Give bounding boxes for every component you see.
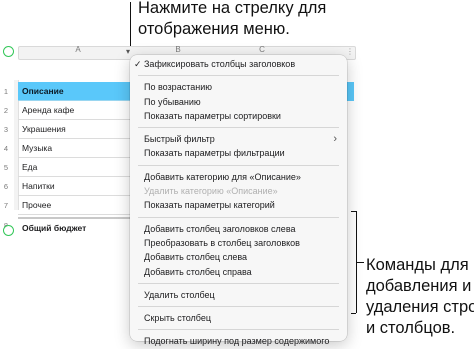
menu-item-show-filter-options[interactable]: Показать параметры фильтрации [130,146,347,160]
table-cell[interactable]: Аренда кафе [18,101,130,120]
menu-label: По возрастанию [144,82,212,93]
callout-right-line4: и столбцов. [366,319,456,337]
footer-cell-total[interactable]: Общий бюджет [18,217,130,236]
menu-separator [138,75,339,77]
table-cell[interactable]: Украшения [18,120,130,139]
menu-item-hide-column[interactable]: Скрыть столбец [130,311,347,325]
menu-label: Добавить категорию для «Описание» [144,171,301,182]
column-menu-arrow-icon[interactable]: ▾ [126,47,130,56]
menu-item-show-sort-options[interactable]: Показать параметры сортировки [130,109,347,123]
menu-item-add-header-column-left[interactable]: Добавить столбец заголовков слева [130,222,347,236]
row-number[interactable]: 1 [0,87,12,96]
menu-separator [138,282,339,284]
row-number[interactable]: 7 [0,201,12,210]
menu-label: Удалить столбец [144,289,215,300]
menu-label: Зафиксировать столбцы заголовков [144,59,296,69]
menu-label: Добавить столбец заголовков слева [144,223,296,234]
menu-label: Показать параметры сортировки [144,110,281,121]
menu-item-show-category-options[interactable]: Показать параметры категорий [130,198,347,212]
menu-item-add-category[interactable]: Добавить категорию для «Описание» [130,170,347,184]
menu-label: Добавить столбец справа [144,266,252,277]
header-cell-description[interactable]: Описание [18,82,130,101]
table-cell[interactable]: Музыка [18,139,130,158]
column-a-label[interactable]: A [73,45,83,54]
menu-label: Добавить столбец слева [144,252,248,263]
menu-separator [138,306,339,308]
callout-right-line3: удаления строк [366,298,474,316]
column-c-label[interactable]: C [257,45,267,54]
menu-separator [138,329,339,331]
menu-item-add-column-left[interactable]: Добавить столбец слева [130,250,347,264]
column-b-label[interactable]: B [173,45,183,54]
row-number[interactable]: 6 [0,182,12,191]
menu-item-quick-filter[interactable]: Быстрый фильтр › [130,132,347,146]
menu-item-add-column-right[interactable]: Добавить столбец справа [130,265,347,279]
menu-item-delete-category: Удалить категорию «Описание» [130,184,347,198]
row-number[interactable]: 5 [0,163,12,172]
menu-label: Подогнать ширину под размер содержимого [144,336,330,347]
menu-separator [138,127,339,129]
chevron-right-icon: › [333,133,337,146]
add-row-handle[interactable] [3,225,14,236]
menu-separator [138,164,339,166]
menu-separator [138,216,339,218]
menu-item-freeze-header-columns[interactable]: ✓ Зафиксировать столбцы заголовков [130,57,347,71]
table-select-handle[interactable] [3,46,14,57]
column-handle-icon[interactable]: ⋮ [346,47,354,56]
callout-right-line2: добавления и [366,277,472,295]
menu-item-convert-to-header-column[interactable]: Преобразовать в столбец заголовков [130,236,347,250]
menu-item-delete-column[interactable]: Удалить столбец [130,288,347,302]
menu-label: Скрыть столбец [144,313,212,324]
menu-label: Показать параметры фильтрации [144,148,285,159]
bracket-leader [356,262,364,263]
row-number[interactable]: 4 [0,144,12,153]
menu-label: Удалить категорию «Описание» [144,186,278,197]
menu-label: Быстрый фильтр [144,134,215,145]
table-cell[interactable]: Напитки [18,177,130,196]
row-number[interactable]: 3 [0,125,12,134]
bracket-bottom [351,313,356,314]
menu-item-sort-ascending[interactable]: По возрастанию [130,80,347,94]
column-context-menu: ✓ Зафиксировать столбцы заголовков По во… [130,55,347,346]
table-cell[interactable]: Прочее [18,196,130,215]
callout-right-line1: Команды для [366,256,469,274]
menu-label: Показать параметры категорий [144,200,275,211]
menu-label: Преобразовать в столбец заголовков [144,237,300,248]
menu-label: По убыванию [144,96,201,107]
checkmark-icon: ✓ [134,59,142,69]
menu-item-sort-descending[interactable]: По убыванию [130,95,347,109]
row-number[interactable]: 2 [0,106,12,115]
callout-row-column-commands: Команды для добавления и удаления строк … [366,255,474,339]
table-cell[interactable]: Еда [18,158,130,177]
